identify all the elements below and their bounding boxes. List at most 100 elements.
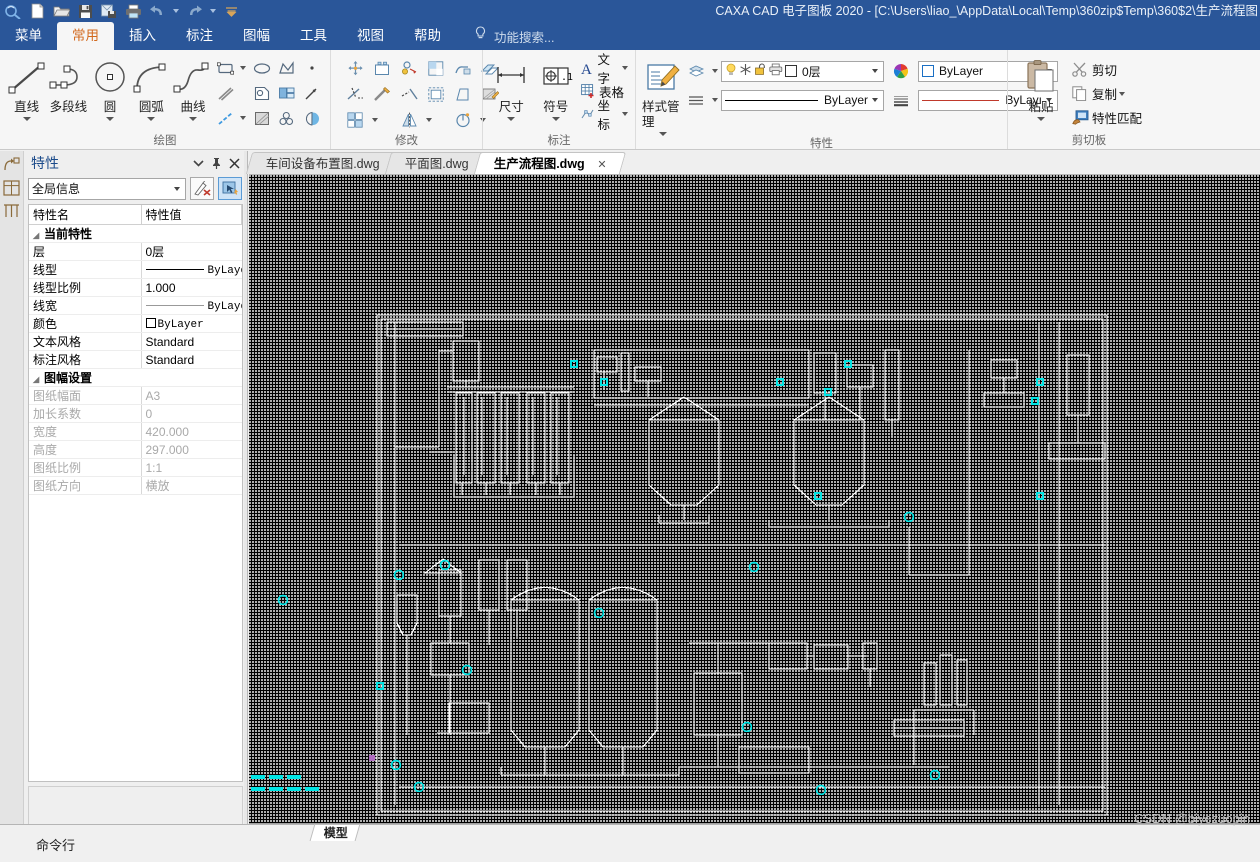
- offset-dropdown-icon[interactable]: [424, 108, 433, 132]
- pick-filter-icon[interactable]: [218, 177, 242, 200]
- close-icon[interactable]: ✕: [598, 154, 607, 176]
- menu-tab-bangzhu[interactable]: 帮助: [399, 22, 456, 50]
- save-as-icon[interactable]: [98, 1, 120, 21]
- fill-icon[interactable]: [300, 106, 324, 130]
- table-row[interactable]: 线型 ByLayer: [29, 261, 242, 279]
- property-value-color[interactable]: ByLayer: [141, 315, 242, 333]
- tool-paste[interactable]: 粘贴: [1014, 53, 1068, 121]
- break-icon[interactable]: [451, 82, 475, 106]
- property-value-linetype[interactable]: ByLayer: [141, 261, 242, 279]
- table-row[interactable]: 线宽 ByLayer: [29, 297, 242, 315]
- print-icon[interactable]: [122, 1, 144, 21]
- table-row[interactable]: 颜色 ByLayer: [29, 315, 242, 333]
- mirror-icon[interactable]: [397, 108, 421, 132]
- close-icon[interactable]: [225, 154, 243, 172]
- explode-icon[interactable]: [451, 108, 475, 132]
- tool-polyline[interactable]: 多段线: [47, 53, 89, 115]
- tool-line-dropdown-icon[interactable]: [23, 117, 31, 121]
- customize-qat-icon[interactable]: [220, 1, 242, 21]
- equation-curve-icon[interactable]: [275, 106, 299, 130]
- extend-icon[interactable]: [397, 82, 421, 106]
- tool-coordinate[interactable]: 坐标: [578, 103, 629, 125]
- tool-cut[interactable]: 剪切: [1068, 58, 1142, 81]
- redo-dropdown-icon[interactable]: [207, 1, 218, 21]
- table-row[interactable]: 层 0层: [29, 243, 242, 261]
- expand-triangle-icon[interactable]: ◢: [33, 231, 44, 240]
- copy-shape-icon[interactable]: [370, 56, 394, 80]
- table-row[interactable]: 标注风格 Standard: [29, 351, 242, 369]
- document-tab-workshop-layout[interactable]: 车间设备布置图.dwg: [246, 152, 398, 174]
- layer-tool-icon[interactable]: [684, 59, 708, 83]
- text-dropdown-icon[interactable]: [621, 56, 629, 80]
- layout-tab-model[interactable]: 模型: [310, 824, 361, 841]
- copy-dropdown-icon[interactable]: [1117, 82, 1126, 106]
- drawing-canvas[interactable]: [249, 175, 1260, 824]
- chevron-down-icon[interactable]: [189, 154, 207, 172]
- plot-icon[interactable]: [769, 63, 783, 79]
- tool-dimension-dropdown-icon[interactable]: [507, 117, 515, 121]
- table-row[interactable]: 加长系数 0: [29, 405, 242, 423]
- save-icon[interactable]: [74, 1, 96, 21]
- property-group-current[interactable]: ◢当前特性: [29, 225, 242, 243]
- linetype-combo[interactable]: ByLayer: [721, 90, 884, 111]
- tool-circle-dropdown-icon[interactable]: [106, 117, 114, 121]
- new-file-icon[interactable]: [26, 1, 48, 21]
- expand-triangle-icon[interactable]: ◢: [33, 375, 44, 384]
- menu-tab-changyong[interactable]: 常用: [57, 22, 114, 50]
- tool-paste-dropdown-icon[interactable]: [1037, 117, 1045, 121]
- property-value-dimstyle[interactable]: Standard: [141, 351, 242, 369]
- dock-vertical-tab-strip[interactable]: [0, 151, 24, 824]
- rectangle-dropdown-icon[interactable]: [239, 56, 248, 80]
- menu-tab-charu[interactable]: 插入: [114, 22, 171, 50]
- layer-combo-arrow-icon[interactable]: [868, 69, 881, 73]
- menu-tab-biaozhu[interactable]: 标注: [171, 22, 228, 50]
- property-value-textstyle[interactable]: Standard: [141, 333, 242, 351]
- ribbon-tab-bar[interactable]: 菜单 常用 插入 标注 图幅 工具 视图 帮助 功能搜索...: [0, 22, 1260, 50]
- tool-text[interactable]: A 文字: [578, 57, 629, 79]
- function-search[interactable]: 功能搜索...: [456, 22, 554, 50]
- lineweight-icon[interactable]: [889, 88, 913, 112]
- menu-tab-caidan[interactable]: 菜单: [0, 22, 57, 50]
- rectangle-icon[interactable]: [214, 56, 238, 80]
- linetype-dropdown-icon[interactable]: [710, 88, 719, 112]
- lock-icon[interactable]: [754, 63, 767, 79]
- redo-icon[interactable]: [183, 1, 205, 21]
- table-row[interactable]: 图纸比例 1:1: [29, 459, 242, 477]
- linetype-icon[interactable]: [684, 88, 708, 112]
- move-icon[interactable]: [343, 56, 367, 80]
- document-tab-process-flow[interactable]: 生产流程图.dwg ✕: [474, 152, 626, 174]
- linetype-combo-arrow-icon[interactable]: [868, 98, 881, 102]
- leader-icon[interactable]: [300, 81, 324, 105]
- undo-icon[interactable]: [146, 1, 168, 21]
- open-folder-icon[interactable]: [50, 1, 72, 21]
- property-group-sheet[interactable]: ◢图幅设置: [29, 369, 242, 387]
- tool-spline[interactable]: 曲线: [172, 53, 214, 121]
- document-tab-floorplan[interactable]: 平面图.dwg: [385, 152, 487, 174]
- rotate-copy-icon[interactable]: [397, 56, 421, 80]
- quick-access-toolbar[interactable]: [0, 0, 242, 22]
- block-icon[interactable]: [250, 81, 274, 105]
- tool-circle[interactable]: 圆: [89, 53, 130, 121]
- local-enlarge-icon[interactable]: [275, 81, 299, 105]
- fillet-icon[interactable]: [370, 82, 394, 106]
- tool-arc[interactable]: 圆弧: [131, 53, 172, 121]
- pin-icon[interactable]: [207, 154, 225, 172]
- stretch-icon[interactable]: [451, 56, 475, 80]
- table-row[interactable]: 图纸方向 横放: [29, 477, 242, 495]
- table-row[interactable]: 文本风格 Standard: [29, 333, 242, 351]
- tool-style-manager[interactable]: 样式管理: [642, 53, 684, 136]
- tool-symbol-dropdown-icon[interactable]: [552, 117, 560, 121]
- menu-tab-shitu[interactable]: 视图: [342, 22, 399, 50]
- layer-combo[interactable]: 0层: [721, 61, 884, 82]
- bulb-icon[interactable]: [725, 63, 737, 80]
- tool-dimension[interactable]: 尺寸: [489, 53, 534, 121]
- freeze-icon[interactable]: [739, 63, 752, 79]
- double-line-icon[interactable]: [214, 81, 238, 105]
- properties-tab-icon[interactable]: [3, 180, 20, 201]
- construction-line-dropdown-icon[interactable]: [239, 106, 248, 130]
- dock-scrollbar[interactable]: [244, 151, 247, 824]
- table-row[interactable]: 线型比例 1.000: [29, 279, 242, 297]
- construction-line-icon[interactable]: [214, 106, 238, 130]
- property-value-layer[interactable]: 0层: [141, 243, 242, 261]
- color-wheel-icon[interactable]: [889, 59, 913, 83]
